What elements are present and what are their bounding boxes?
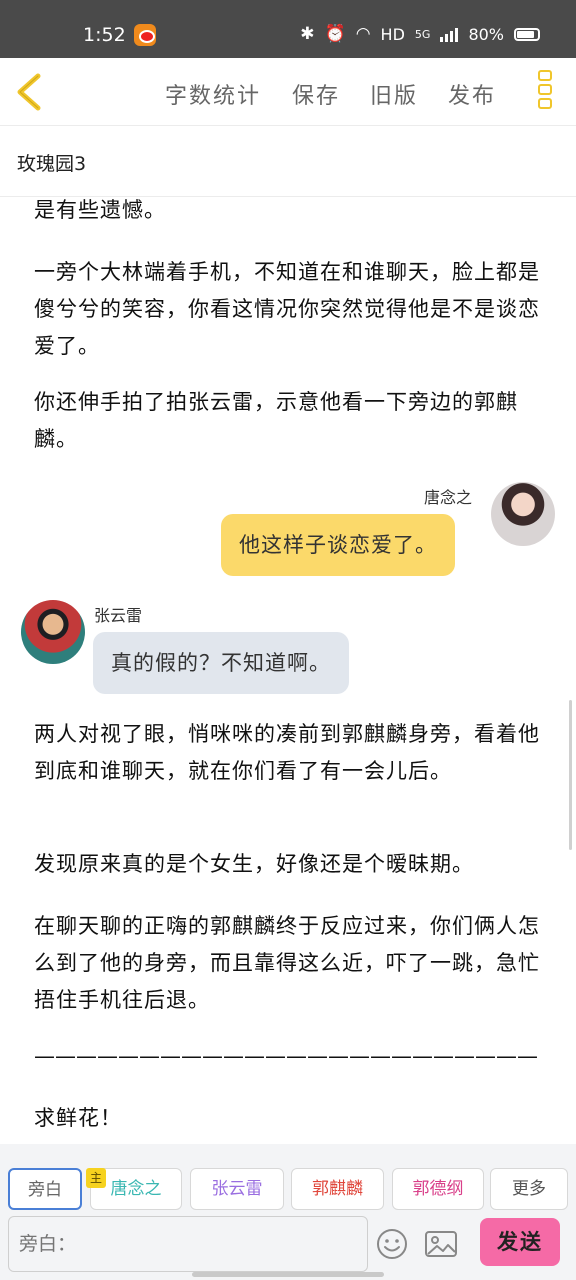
paragraph: 发现原来真的是个女生，好像还是个暧昧期。 [34, 852, 474, 876]
chat-bubble-left[interactable]: 真的假的？不知道啊。 [93, 632, 349, 694]
weibo-icon [134, 24, 156, 46]
word-count-button[interactable]: 字数统计 [165, 78, 261, 110]
status-bar: 1:52 ✱ ⏰ ◠ HD 5G 80% [0, 0, 576, 58]
alarm-icon: ⏰ [324, 24, 346, 44]
back-arrow-icon[interactable] [12, 70, 52, 114]
role-label: 更多 [512, 1179, 546, 1199]
story-content[interactable]: 是有些遗憾。 一旁个大林端着手机，不知道在和谁聊天，脸上都是傻兮兮的笑容，你看这… [0, 198, 576, 1144]
avatar[interactable] [21, 600, 85, 664]
role-label: 郭德纲 [412, 1179, 464, 1199]
role-more-button[interactable]: 更多 [490, 1168, 568, 1210]
message-sender-name: 张云雷 [94, 606, 143, 625]
divider-line: ———————————————————————— [34, 1044, 538, 1068]
status-time: 1:52 [83, 24, 126, 46]
network-label: HD [380, 24, 405, 44]
publish-button[interactable]: 发布 [448, 78, 496, 110]
scrollbar[interactable] [569, 700, 572, 850]
cellular-label: 5G [414, 27, 431, 41]
paragraph: 是有些遗憾。 [34, 198, 166, 222]
input-bar: 发送 [0, 1214, 576, 1280]
role-label: 郭麒麟 [312, 1179, 363, 1199]
title-row: 玫瑰园3 [0, 127, 576, 197]
role-label: 旁白 [28, 1180, 62, 1200]
paragraph: 一旁个大林端着手机，不知道在和谁聊天，脸上都是傻兮兮的笑容，你看这情况你突然觉得… [34, 260, 540, 358]
role-guo-degang[interactable]: 郭德纲 [392, 1168, 484, 1210]
message-sender-name: 唐念之 [424, 488, 473, 507]
role-narrator[interactable]: 旁白 [8, 1168, 82, 1210]
save-button[interactable]: 保存 [292, 78, 340, 110]
emoji-icon[interactable] [376, 1228, 408, 1260]
paragraph: 两人对视了眼，悄咪咪的凑前到郭麒麟身旁，看着他到底和谁聊天，就在你们看了有一会儿… [34, 722, 540, 783]
more-menu-icon[interactable] [536, 70, 554, 114]
wifi-icon: ◠ [355, 24, 371, 44]
toolbar: 字数统计 保存 旧版 发布 [0, 58, 576, 126]
send-button[interactable]: 发送 [480, 1218, 560, 1266]
home-indicator[interactable] [192, 1272, 384, 1277]
message-input[interactable] [8, 1216, 368, 1272]
host-badge: 主 [86, 1168, 106, 1188]
role-label: 张云雷 [211, 1179, 263, 1199]
chat-bubble-right[interactable]: 他这样子谈恋爱了。 [221, 514, 455, 576]
role-zhang-yunlei[interactable]: 张云雷 [190, 1168, 284, 1210]
signal-icon [440, 26, 459, 42]
battery-level: 80% [468, 24, 504, 44]
status-icons: ✱ ⏰ ◠ HD 5G 80% [300, 24, 540, 44]
document-title[interactable]: 玫瑰园3 [17, 149, 86, 176]
paragraph: 求鲜花！ [34, 1106, 122, 1130]
role-label: 唐念之 [110, 1179, 162, 1199]
image-icon[interactable] [424, 1228, 458, 1260]
role-guo-qilin[interactable]: 郭麒麟 [291, 1168, 384, 1210]
old-version-button[interactable]: 旧版 [370, 78, 418, 110]
paragraph: 在聊天聊的正嗨的郭麒麟终于反应过来，你们俩人怎么到了他的身旁，而且靠得这么近，吓… [34, 914, 540, 1012]
battery-icon [514, 27, 540, 41]
avatar[interactable] [491, 482, 555, 546]
bluetooth-icon: ✱ [300, 24, 315, 44]
paragraph: 你还伸手拍了拍张云雷，示意他看一下旁边的郭麒麟。 [34, 390, 518, 451]
